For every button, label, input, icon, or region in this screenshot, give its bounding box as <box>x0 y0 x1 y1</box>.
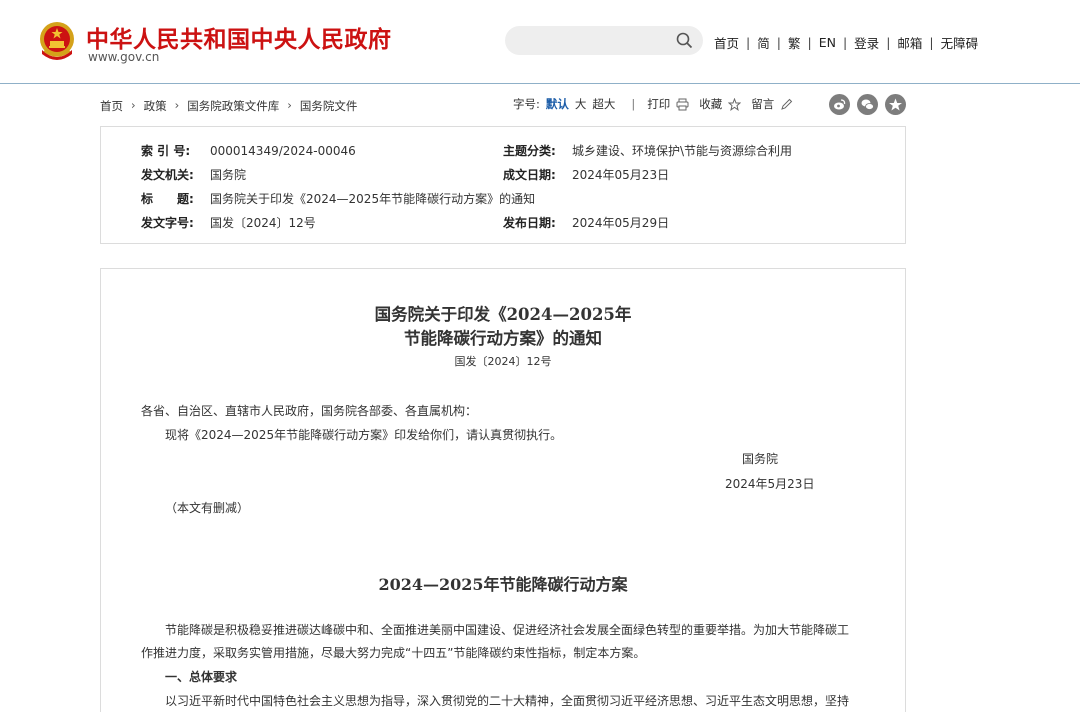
site-name[interactable]: 中华人民共和国中央人民政府 <box>86 20 392 54</box>
meta-label: 发文字号: <box>141 216 194 230</box>
meta-topic: 主题分类: 城乡建设、环境保护\节能与资源综合利用 <box>503 142 792 159</box>
paragraph: 作推进力度，采取务实管用措施，尽最大努力完成“十四五”节能降碳约束性指标，制定本… <box>141 646 646 660</box>
font-size-label: 字号: <box>513 97 540 111</box>
meta-doc-number: 发文字号: 国发〔2024〕12号 <box>141 214 316 231</box>
article-title-line1: 国务院关于印发《2024—2025年 <box>374 305 632 324</box>
nav-accessibility[interactable]: 无障碍 <box>941 33 979 52</box>
nav-traditional[interactable]: 繁 <box>788 33 801 52</box>
meta-value: 国务院 <box>210 168 247 182</box>
meta-published-date: 发布日期: 2024年05月29日 <box>503 214 669 231</box>
tools-separator: | <box>631 97 636 111</box>
meta-index: 索 引 号: 000014349/2024-00046 <box>141 142 356 159</box>
print-link[interactable]: 打印 <box>647 96 670 112</box>
article-tools: 字号: 默认 大 超大 | 打印 收藏 留言 <box>513 96 803 112</box>
nav-mail[interactable]: 邮箱 <box>897 33 922 52</box>
print-icon[interactable] <box>676 98 689 111</box>
meta-label: 发布日期: <box>503 216 556 230</box>
font-size-large[interactable]: 大 <box>575 96 587 112</box>
signature-date: 2024年5月23日 <box>725 477 815 491</box>
nav-simplified[interactable]: 简 <box>757 33 770 52</box>
salutation: 各省、自治区、直辖市人民政府，国务院各部委、各直属机构： <box>141 404 478 418</box>
paragraph: 节能降碳是积极稳妥推进碳达峰碳中和、全面推进美丽中国建设、促进经济社会发展全面绿… <box>165 623 850 637</box>
share-buttons <box>829 94 906 115</box>
meta-value: 2024年05月23日 <box>572 168 670 182</box>
meta-value: 国发〔2024〕12号 <box>210 216 316 230</box>
abridged-note: （本文有删减） <box>165 501 250 515</box>
signature: 国务院 <box>742 452 779 466</box>
meta-value: 2024年05月29日 <box>572 216 670 230</box>
font-size-default[interactable]: 默认 <box>546 96 569 112</box>
breadcrumb-separator: › <box>174 98 180 112</box>
meta-created-date: 成文日期: 2024年05月23日 <box>503 166 669 183</box>
breadcrumb-policy[interactable]: 政策 <box>144 98 167 114</box>
section-heading: 一、总体要求 <box>165 670 238 684</box>
nav-login[interactable]: 登录 <box>854 33 879 52</box>
search-input[interactable] <box>505 26 703 55</box>
breadcrumb-policy-library[interactable]: 国务院政策文件库 <box>187 98 279 114</box>
nav-english[interactable]: EN <box>819 35 836 50</box>
search-icon[interactable] <box>676 32 693 49</box>
pencil-icon[interactable] <box>780 98 793 111</box>
weibo-icon[interactable] <box>829 94 850 115</box>
meta-label: 成文日期: <box>503 168 556 182</box>
breadcrumb: 首页 › 政策 › 国务院政策文件库 › 国务院文件 <box>100 98 357 114</box>
breadcrumb-separator: › <box>131 98 136 112</box>
meta-value: 城乡建设、环境保护\节能与资源综合利用 <box>572 144 793 158</box>
meta-title: 标 题: 国务院关于印发《2024—2025年节能降碳行动方案》的通知 <box>141 190 535 207</box>
favorite-star-icon[interactable] <box>885 94 906 115</box>
breadcrumb-separator: › <box>287 98 292 112</box>
plan-title: 2024—2025年节能降碳行动方案 <box>378 575 628 594</box>
favorite-link[interactable]: 收藏 <box>699 96 722 112</box>
meta-label: 标 题: <box>141 192 194 206</box>
paragraph: 现将《2024—2025年节能降碳行动方案》印发给你们，请认真贯彻执行。 <box>165 428 563 442</box>
article-body: 国务院关于印发《2024—2025年 节能降碳行动方案》的通知 国发〔2024〕… <box>100 268 906 712</box>
meta-label: 发文机关: <box>141 168 194 182</box>
paragraph: 以习近平新时代中国特色社会主义思想为指导，深入贯彻党的二十大精神，全面贯彻习近平… <box>165 694 850 708</box>
article-doc-number: 国发〔2024〕12号 <box>454 355 552 368</box>
wechat-icon[interactable] <box>857 94 878 115</box>
document-metadata-box: 索 引 号: 000014349/2024-00046 主题分类: 城乡建设、环境保… <box>100 126 906 244</box>
meta-value: 国务院关于印发《2024—2025年节能降碳行动方案》的通知 <box>210 192 536 206</box>
article-title-line2: 节能降碳行动方案》的通知 <box>404 329 602 348</box>
breadcrumb-home[interactable]: 首页 <box>100 98 123 114</box>
star-icon[interactable] <box>728 97 742 111</box>
site-header: 中华人民共和国中央人民政府 www.gov.cn 首页 | 简 | 繁 | EN | 登… <box>0 0 1080 84</box>
breadcrumb-toolbar: 首页 › 政策 › 国务院政策文件库 › 国务院文件 字号: 默认 大 超大 | 打印… <box>100 94 906 116</box>
meta-value: 000014349/2024-00046 <box>210 144 356 158</box>
font-size-xlarge[interactable]: 超大 <box>592 96 615 112</box>
comment-link[interactable]: 留言 <box>751 96 774 112</box>
meta-issuer: 发文机关: 国务院 <box>141 166 246 183</box>
top-nav: 首页 | 简 | 繁 | EN | 登录 | 邮箱 | 无障碍 <box>714 33 979 52</box>
breadcrumb-state-council-docs[interactable]: 国务院文件 <box>300 98 358 114</box>
national-emblem-icon[interactable] <box>38 20 76 62</box>
nav-home[interactable]: 首页 <box>714 33 739 52</box>
meta-label: 主题分类: <box>503 144 556 158</box>
meta-label: 索 引 号: <box>141 144 191 158</box>
site-url[interactable]: www.gov.cn <box>88 50 159 64</box>
